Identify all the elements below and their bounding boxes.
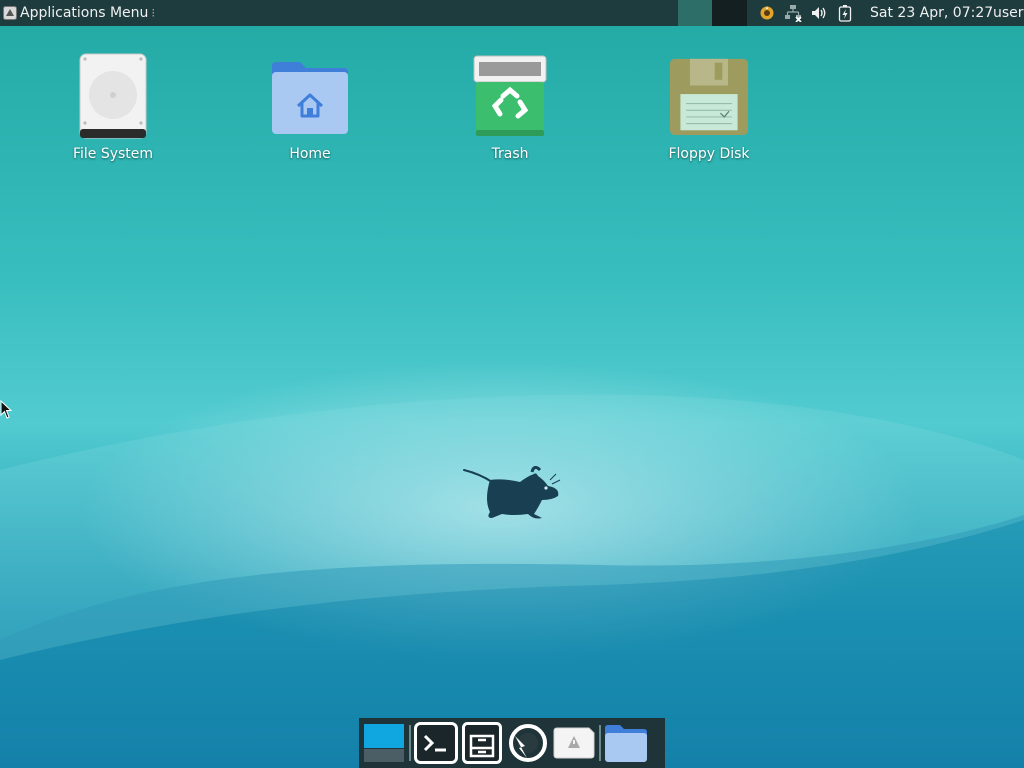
- show-desktop-button[interactable]: [361, 720, 407, 766]
- terminal-button[interactable]: [413, 720, 459, 766]
- dock: [359, 718, 665, 768]
- dock-separator: [599, 725, 601, 761]
- workspace-1[interactable]: [678, 0, 712, 26]
- terminal-icon: [414, 722, 458, 764]
- harddisk-icon: [73, 52, 153, 140]
- web-browser-icon: [509, 724, 547, 762]
- xfce-mouse-logo: [463, 466, 561, 519]
- app-finder-button[interactable]: [551, 720, 597, 766]
- desktop-icon-file-system[interactable]: File System: [58, 52, 168, 162]
- volume-icon[interactable]: [810, 4, 828, 22]
- desktop-icon-home[interactable]: Home: [255, 52, 365, 162]
- app-finder-icon: [553, 727, 595, 759]
- applications-menu-button[interactable]: Applications Menu ⁝: [0, 0, 159, 26]
- network-disconnected-icon[interactable]: [784, 4, 802, 22]
- system-tray: [758, 0, 862, 26]
- battery-icon[interactable]: [836, 4, 854, 22]
- file-manager-icon: [462, 722, 502, 764]
- folder-icon: [605, 725, 647, 762]
- desktop-icon-label: File System: [72, 146, 154, 162]
- file-manager-button[interactable]: [459, 720, 505, 766]
- desktop-icon-label: Home: [289, 146, 331, 162]
- panel-separator-handle: ⁝: [151, 6, 156, 20]
- desktop-icon-trash[interactable]: Trash: [455, 52, 565, 162]
- dock-separator: [409, 725, 411, 761]
- desktop-icon-label: Trash: [491, 146, 529, 162]
- user-menu[interactable]: user: [993, 0, 1024, 26]
- mouse-pointer-icon: [0, 400, 12, 419]
- clock[interactable]: Sat 23 Apr, 07:27: [870, 0, 993, 26]
- xfce-logo-icon: [3, 6, 17, 20]
- trash-icon: [470, 52, 550, 140]
- desktop-icon-label: Floppy Disk: [668, 146, 750, 162]
- home-folder-icon: [270, 52, 350, 140]
- folder-button[interactable]: [603, 720, 649, 766]
- top-panel: Applications Menu ⁝ Sat 23 Apr, 07:27 us…: [0, 0, 1024, 26]
- updates-icon[interactable]: [758, 4, 776, 22]
- applications-menu-label: Applications Menu: [20, 5, 149, 21]
- web-browser-button[interactable]: [505, 720, 551, 766]
- workspace-2[interactable]: [712, 0, 747, 26]
- floppy-icon: [669, 52, 749, 140]
- desktop-icon-floppy-disk[interactable]: Floppy Disk: [654, 52, 764, 162]
- show-desktop-icon: [364, 724, 404, 762]
